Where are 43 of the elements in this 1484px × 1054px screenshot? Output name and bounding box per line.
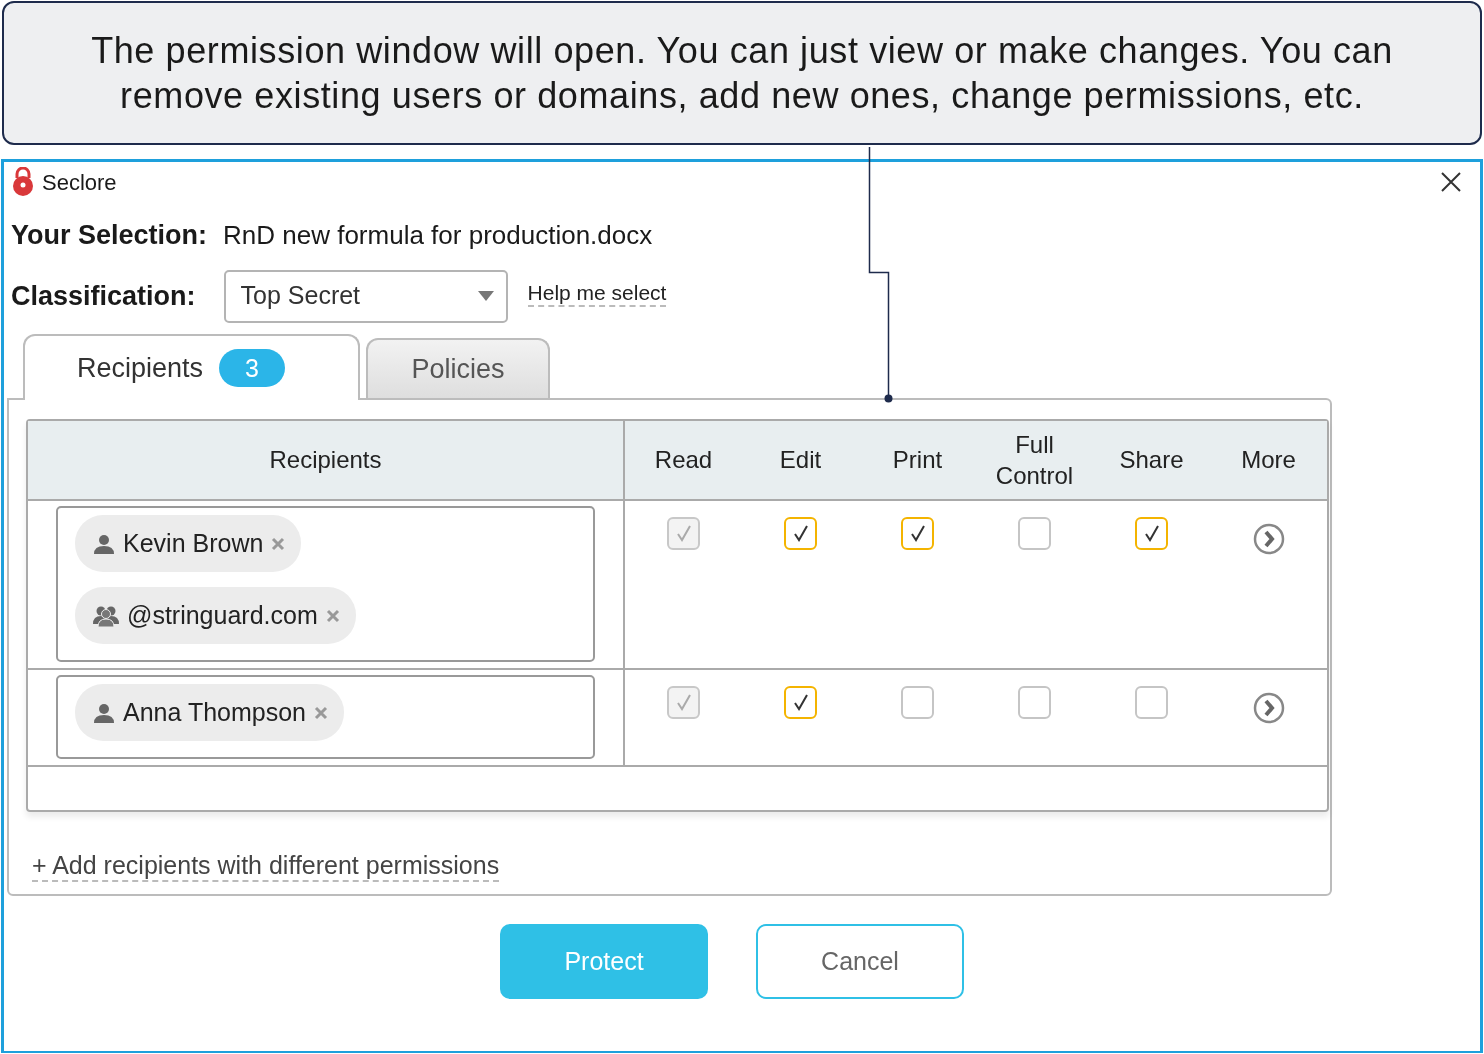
field-label: Classification: <box>11 279 196 313</box>
classification-dropdown[interactable]: Top Secret <box>223 269 508 323</box>
checkbox[interactable] <box>1018 686 1051 719</box>
checkbox[interactable] <box>1135 686 1168 719</box>
column-header: Share <box>1093 421 1210 501</box>
add-recipients-link[interactable]: + Add recipients with different permissions <box>32 852 500 882</box>
group-icon <box>93 604 119 627</box>
tab[interactable]: Recipients 3 <box>23 334 360 400</box>
checkbox[interactable] <box>784 517 817 550</box>
caret-icon <box>477 291 494 301</box>
count-badge: 3 <box>219 349 285 387</box>
checkbox[interactable] <box>901 686 934 719</box>
column-header: More <box>1210 421 1327 501</box>
check-icon <box>792 694 809 711</box>
recipients-field[interactable]: Anna Thompson <box>56 675 595 759</box>
cancel-button[interactable]: Cancel <box>756 924 964 999</box>
callout-text: The permission window will open. You can just view or make changes. You can remove existing users or domains, add new ones, change permissions, etc. <box>90 29 1394 118</box>
file-name: RnD new formula for production.docx <box>223 218 653 252</box>
padlock-logo-icon <box>12 167 34 197</box>
column-header: Edit <box>742 421 859 501</box>
column-header: Read <box>625 421 742 501</box>
column-header: Recipients <box>28 421 625 501</box>
check-icon <box>792 525 809 542</box>
checkbox[interactable] <box>1018 517 1051 550</box>
person-icon <box>93 702 115 723</box>
column-header: Full Control <box>976 421 1093 501</box>
check-icon <box>675 694 692 711</box>
close-icon[interactable] <box>1440 171 1462 193</box>
checkbox[interactable] <box>784 686 817 719</box>
tab[interactable]: Policies <box>366 338 550 398</box>
app-title: Seclore <box>42 168 117 197</box>
check-icon <box>675 525 692 542</box>
check-icon <box>1143 525 1160 542</box>
column-header: Print <box>859 421 976 501</box>
person-icon <box>93 533 115 554</box>
check-icon <box>909 525 926 542</box>
checkbox[interactable] <box>1135 517 1168 550</box>
field-label: Your Selection: <box>11 218 208 252</box>
checkbox[interactable] <box>901 517 934 550</box>
help-link[interactable]: Help me select <box>527 281 667 307</box>
recipient-name: Kevin Brown <box>123 527 264 559</box>
recipient-name: Anna Thompson <box>123 696 306 728</box>
recipient-name: @stringuard.com <box>127 599 318 631</box>
